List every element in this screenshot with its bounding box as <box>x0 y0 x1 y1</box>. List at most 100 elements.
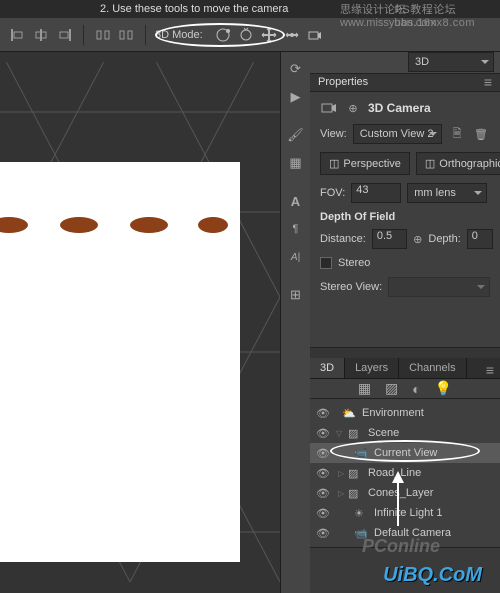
disclosure-icon[interactable]: ▽ <box>334 429 344 438</box>
pan-icon[interactable] <box>259 25 279 45</box>
tab-channels[interactable]: Channels <box>399 358 466 378</box>
item-label: Road_Line <box>368 467 421 479</box>
env-icon: ⛅ <box>342 407 358 420</box>
camera-icon <box>320 100 338 116</box>
dist-icon-2[interactable] <box>116 25 136 45</box>
view-label: View: <box>320 128 347 140</box>
history-icon[interactable]: ⟳ <box>285 58 307 80</box>
light-icon: ☀ <box>354 507 370 520</box>
three-d-tabs: 3D Layers Channels ≡ <box>310 358 500 379</box>
properties-tab-label[interactable]: Properties <box>318 76 368 88</box>
visibility-icon[interactable]: 👁 <box>316 447 330 460</box>
slide-icon[interactable] <box>282 25 302 45</box>
tree-item-default-camera[interactable]: 👁 📹 Default Camera <box>310 523 500 543</box>
orbit-icon[interactable] <box>213 25 233 45</box>
fov-unit-dropdown[interactable]: mm lens <box>407 183 487 203</box>
orthographic-label: Orthographic <box>439 158 500 170</box>
tree-item-infinite-light[interactable]: 👁 ☀ Infinite Light 1 <box>310 503 500 523</box>
filter-material-icon[interactable]: ◐ <box>412 381 420 397</box>
visibility-icon[interactable]: 👁 <box>316 507 330 520</box>
visibility-icon[interactable]: 👁 <box>316 487 330 500</box>
panel-gap <box>310 348 500 358</box>
dof-section-title: Depth Of Field <box>320 211 490 223</box>
distance-label: Distance: <box>320 233 366 245</box>
filter-mesh-icon[interactable]: ▨ <box>385 380 398 397</box>
visibility-icon[interactable]: 👁 <box>316 467 330 480</box>
visibility-icon[interactable]: 👁 <box>316 427 330 440</box>
visibility-icon[interactable]: 👁 <box>316 527 330 540</box>
instruction-bar: 2. Use these tools to move the camera <box>0 0 500 18</box>
swatches-icon[interactable]: ▦ <box>285 152 307 174</box>
tree-item-current-view[interactable]: 👁 📹 Current View <box>310 443 500 463</box>
scene-icon: ▨ <box>348 427 364 440</box>
char-icon[interactable]: A <box>285 190 307 212</box>
coords-icon: ⊕ <box>344 100 362 116</box>
tab-3d[interactable]: 3D <box>310 358 345 378</box>
tree-item-cones-layer[interactable]: 👁 ▷ ▨ Cones_Layer <box>310 483 500 503</box>
filter-light-icon[interactable]: 💡 <box>435 380 452 397</box>
tree-item-scene[interactable]: 👁 ▽ ▨ Scene <box>310 423 500 443</box>
divider <box>83 25 84 45</box>
save-view-icon[interactable]: 🗎 <box>448 126 466 142</box>
roll-icon[interactable] <box>236 25 256 45</box>
clone-icon[interactable]: ⊞ <box>285 284 307 306</box>
workspace-dropdown[interactable]: 3D <box>408 52 494 72</box>
align-left-icon[interactable] <box>8 25 28 45</box>
collapsed-panel-strip: ⟳ ▶ 🖌 ▦ A ¶ A| ⊞ <box>280 52 310 593</box>
item-label: Scene <box>368 427 399 439</box>
camera-icon: 📹 <box>354 447 370 460</box>
distance-input[interactable]: 0.5 <box>372 229 407 249</box>
canvas-area[interactable] <box>0 52 280 593</box>
item-label: Environment <box>362 407 424 419</box>
orthographic-button[interactable]: ◫ Orthographic <box>416 152 500 175</box>
actions-icon[interactable]: ▶ <box>285 86 307 108</box>
stereo-view-label: Stereo View: <box>320 281 382 293</box>
zoom-camera-icon[interactable] <box>305 25 325 45</box>
cone-object <box>60 217 98 233</box>
view-value: Custom View 2 <box>360 128 434 140</box>
item-label: Infinite Light 1 <box>374 507 443 519</box>
depth-input[interactable]: 0 <box>467 229 493 249</box>
pick-icon[interactable]: ⊕ <box>413 231 422 247</box>
cube-icon: ◫ <box>425 157 435 170</box>
align-center-icon[interactable] <box>31 25 51 45</box>
section-title: 3D Camera <box>368 101 431 115</box>
panel-menu-icon[interactable]: ≡ <box>480 362 500 378</box>
disclosure-icon[interactable]: ▷ <box>334 489 344 498</box>
stereo-view-dropdown[interactable] <box>388 277 490 297</box>
tab-layers[interactable]: Layers <box>345 358 399 378</box>
dist-icon-1[interactable] <box>93 25 113 45</box>
camera-icon: 📹 <box>354 527 370 540</box>
panel-menu-icon[interactable]: ≡ <box>484 74 492 90</box>
options-bar: 3D Mode: <box>0 18 500 52</box>
align-right-icon[interactable] <box>54 25 74 45</box>
mesh-icon: ▨ <box>348 467 364 480</box>
tree-item-road-line[interactable]: 👁 ▷ ▨ Road_Line <box>310 463 500 483</box>
brush-icon[interactable]: 🖌 <box>285 124 307 146</box>
stereo-checkbox[interactable] <box>320 257 332 269</box>
divider <box>145 25 146 45</box>
workspace-row: 3D <box>310 52 500 74</box>
filter-scene-icon[interactable]: ▦ <box>358 380 371 397</box>
three-d-filter-toolbar: ▦ ▨ ◐ 💡 <box>310 379 500 399</box>
workspace-value: 3D <box>415 56 429 68</box>
item-label: Current View <box>374 447 437 459</box>
camera-tools <box>213 25 325 45</box>
disclosure-icon[interactable]: ▷ <box>334 469 344 478</box>
char-styles-icon[interactable]: A| <box>285 246 307 268</box>
stereo-label: Stereo <box>338 257 370 269</box>
visibility-icon[interactable]: 👁 <box>316 407 330 420</box>
align-tools <box>8 25 74 45</box>
view-dropdown[interactable]: Custom View 2 <box>353 124 442 144</box>
delete-view-icon[interactable]: 🗑 <box>472 126 490 142</box>
fov-input[interactable]: 43 <box>351 183 401 203</box>
distribute-tools <box>93 25 136 45</box>
perspective-button[interactable]: ◫ Perspective <box>320 152 410 175</box>
perspective-label: Perspective <box>343 158 400 170</box>
tree-item-environment[interactable]: 👁 ⛅ Environment <box>310 403 500 423</box>
main-area: ⟳ ▶ 🖌 ▦ A ¶ A| ⊞ 3D Properties ≡ ⊕ 3D Ca… <box>0 52 500 593</box>
item-label: Cones_Layer <box>368 487 433 499</box>
para-icon[interactable]: ¶ <box>285 218 307 240</box>
three-d-tree: 👁 ⛅ Environment 👁 ▽ ▨ Scene 👁 📹 Current … <box>310 399 500 547</box>
depth-label: Depth: <box>428 233 460 245</box>
